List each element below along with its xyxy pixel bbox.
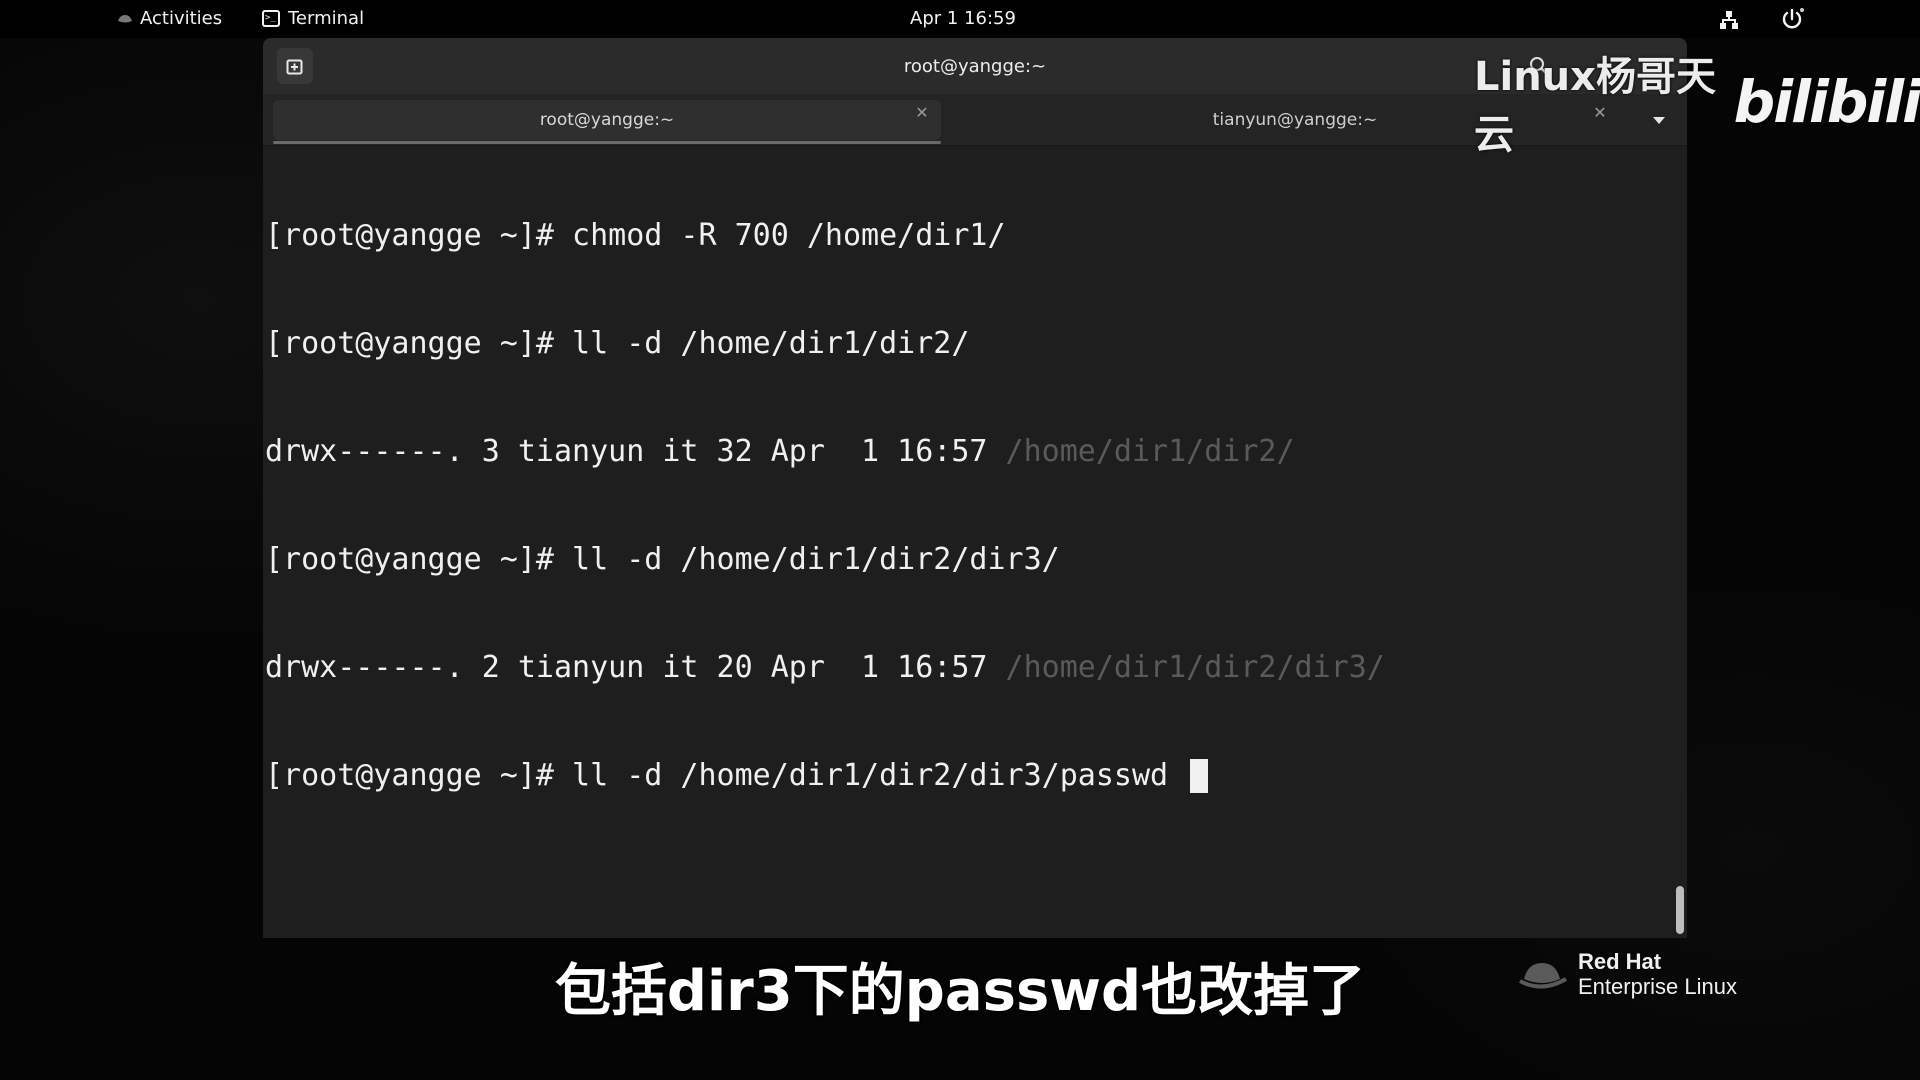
app-menu-label: Terminal — [288, 8, 365, 29]
terminal-icon: >_ — [262, 10, 280, 27]
terminal-line: drwx------. 3 tianyun it 32 Apr 1 16:57 … — [265, 434, 1295, 469]
network-icon[interactable] — [1718, 9, 1740, 31]
activities-button[interactable]: Activities — [116, 8, 222, 29]
terminal-path-dim: /home/dir1/dir2/ — [1005, 434, 1295, 469]
tab-label: root@yangge:~ — [539, 110, 675, 130]
rhel-logo: Red Hat Enterprise Linux — [1518, 950, 1737, 1000]
terminal-line: [root@yangge ~]# chmod -R 700 /home/dir1… — [265, 218, 1006, 253]
redhat-icon — [118, 14, 132, 22]
terminal-path-dim: /home/dir1/dir2/dir3/ — [1005, 650, 1385, 685]
scrollbar-track[interactable] — [1673, 146, 1687, 938]
rhel-text: Red Hat Enterprise Linux — [1578, 950, 1737, 1000]
rhel-line1: Red Hat — [1578, 949, 1662, 974]
terminal-line: [root@yangge ~]# ll -d /home/dir1/dir2/d… — [265, 542, 1060, 577]
tab-root[interactable]: root@yangge:~ — [273, 100, 941, 144]
clock[interactable]: Apr 1 16:59 — [910, 8, 1016, 29]
terminal-line: drwx------. 2 tianyun it 20 Apr 1 16:57 … — [265, 650, 1385, 685]
channel-name: Linux杨哥天云 — [1474, 54, 1716, 158]
power-icon[interactable] — [1780, 7, 1804, 31]
app-menu-terminal[interactable]: >_ Terminal — [262, 8, 364, 29]
activities-label: Activities — [140, 8, 223, 29]
rhel-line2: Enterprise Linux — [1578, 974, 1737, 999]
bilibili-logo: bilibili — [1733, 68, 1920, 136]
tab-root-close-icon[interactable]: ✕ — [913, 104, 931, 122]
terminal-line: [root@yangge ~]# ll -d /home/dir1/dir2/d… — [265, 758, 1673, 794]
redhat-hat-icon — [1519, 963, 1568, 989]
channel-watermark: Linux杨哥天云 bilibili — [1474, 44, 1920, 160]
terminal-output[interactable]: [root@yangge ~]# chmod -R 700 /home/dir1… — [263, 146, 1673, 938]
tab-label: tianyun@yangge:~ — [1212, 110, 1378, 130]
top-bar: Activities >_ Terminal Apr 1 16:59 — [0, 0, 1920, 38]
scrollbar-thumb[interactable] — [1676, 886, 1684, 934]
text-cursor — [1190, 759, 1209, 793]
terminal-window: root@yangge:~ root@yangge:~ ✕ tianyun@ya… — [263, 38, 1687, 938]
terminal-line: [root@yangge ~]# ll -d /home/dir1/dir2/ — [265, 326, 970, 361]
